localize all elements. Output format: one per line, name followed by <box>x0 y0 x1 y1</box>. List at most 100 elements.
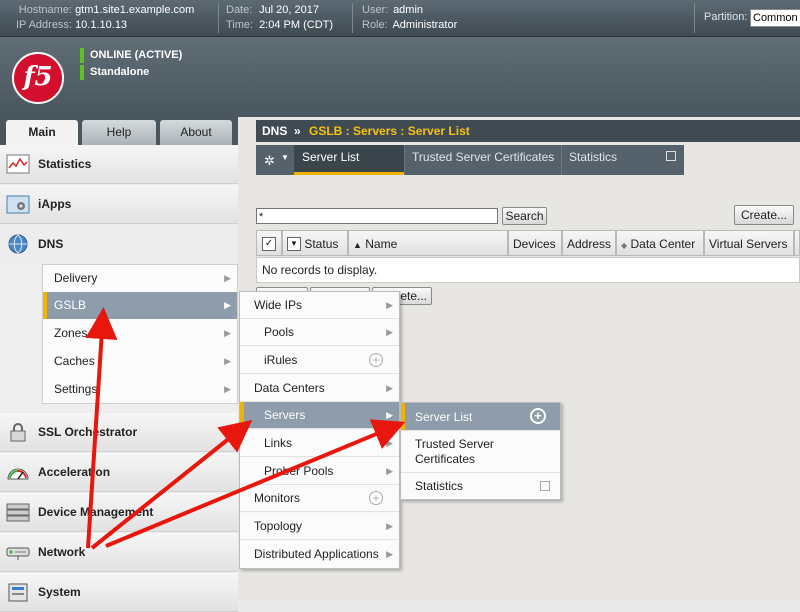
gear-icon: ✲ <box>264 153 275 168</box>
menu-topology-label: Topology <box>254 519 303 533</box>
host-info: Hostname: gtm1.site1.example.com IP Addr… <box>6 3 194 33</box>
dns-zones-label: Zones <box>54 326 88 340</box>
menu-links[interactable]: Links ▶ <box>240 430 399 457</box>
breadcrumb-separator: » <box>294 124 301 138</box>
menu-irules[interactable]: iRules + <box>240 347 399 374</box>
breadcrumb-root[interactable]: DNS <box>262 120 287 142</box>
col-devices[interactable]: Devices <box>508 230 562 256</box>
partition-label: Partition: <box>704 11 748 23</box>
menu-server-list-label: Server List <box>415 410 473 424</box>
nav-device-management[interactable]: Device Management <box>0 493 238 532</box>
col-status[interactable]: ▼ Status <box>282 230 348 256</box>
menu-topology[interactable]: Topology ▶ <box>240 513 399 540</box>
divider <box>694 3 695 33</box>
chevron-right-icon: ▶ <box>224 384 231 394</box>
chevron-right-icon: ▶ <box>224 300 231 310</box>
menu-server-statistics[interactable]: Statistics <box>401 473 560 499</box>
menu-server-list[interactable]: Server List + <box>401 403 560 431</box>
hostname-label: Hostname: <box>18 4 72 16</box>
nav-ssl-orchestrator[interactable]: SSL Orchestrator <box>0 413 238 452</box>
add-icon[interactable]: + <box>369 491 383 505</box>
ip-value: 10.1.10.13 <box>75 19 128 31</box>
sort-icon: ◆ <box>621 241 628 250</box>
tab-main[interactable]: Main <box>6 120 78 145</box>
menu-wide-ips-label: Wide IPs <box>254 298 303 312</box>
chevron-right-icon: ▶ <box>386 438 393 448</box>
select-all-checkbox-cell[interactable]: ✓ <box>256 230 282 256</box>
gear-menu-button[interactable]: ✲ ▼ <box>256 145 294 175</box>
menu-servers[interactable]: Servers ▶ <box>240 402 399 429</box>
menu-wide-ips[interactable]: Wide IPs ▶ <box>240 292 399 319</box>
col-name-label: Name <box>365 237 398 251</box>
partition-select[interactable]: Common <box>750 9 800 27</box>
table-empty-message: No records to display. <box>256 257 800 283</box>
menu-data-centers-label: Data Centers <box>254 381 325 395</box>
chevron-down-icon: ▼ <box>281 153 289 162</box>
network-icon <box>6 547 30 560</box>
search-button[interactable]: Search <box>502 207 547 225</box>
breadcrumb: DNS » GSLB : Servers : Server List <box>256 120 800 142</box>
menu-monitors[interactable]: Monitors + <box>240 485 399 512</box>
dns-settings[interactable]: Settings ▶ <box>43 376 237 403</box>
external-link-icon <box>540 481 550 491</box>
chevron-right-icon: ▶ <box>224 356 231 366</box>
col-name[interactable]: ▲ Name <box>348 230 508 256</box>
menu-data-centers[interactable]: Data Centers ▶ <box>240 375 399 402</box>
add-icon[interactable]: + <box>369 353 383 367</box>
menu-trusted-server-certificates[interactable]: Trusted Server Certificates <box>401 431 560 473</box>
lock-icon <box>10 423 26 442</box>
status-primary: ONLINE (ACTIVE) <box>80 48 182 63</box>
servers-flyout-menu: Server List + Trusted Server Certificates… <box>400 402 561 500</box>
role-value: Administrator <box>392 19 458 31</box>
tab-server-list[interactable]: Server List <box>294 145 404 175</box>
nav-acceleration[interactable]: Acceleration <box>0 453 238 492</box>
menu-servers-label: Servers <box>264 408 306 422</box>
menu-distributed-applications[interactable]: Distributed Applications ▶ <box>240 541 399 568</box>
menu-trusted-server-certificates-label: Trusted Server Certificates <box>415 437 494 466</box>
tab-help[interactable]: Help <box>82 120 156 145</box>
create-button[interactable]: Create... <box>734 205 794 225</box>
breadcrumb-path: GSLB : Servers : Server List <box>309 124 470 138</box>
status-secondary: Standalone <box>80 65 149 80</box>
dns-caches[interactable]: Caches ▶ <box>43 348 237 375</box>
statistics-icon <box>6 154 30 174</box>
dns-delivery-label: Delivery <box>54 271 98 285</box>
nav-iapps[interactable]: iApps <box>0 185 238 224</box>
tab-about[interactable]: About <box>160 120 232 145</box>
nav-system[interactable]: System <box>0 573 238 612</box>
dns-gslb[interactable]: GSLB ▶ <box>43 292 237 319</box>
date-value: Jul 20, 2017 <box>259 4 319 16</box>
menu-monitors-label: Monitors <box>254 491 301 505</box>
nav-dns[interactable]: DNS <box>0 225 238 263</box>
checkbox-icon: ✓ <box>262 236 276 251</box>
chevron-right-icon: ▶ <box>386 383 393 393</box>
nav-network[interactable]: Network <box>0 533 238 572</box>
col-data-center[interactable]: ◆ Data Center <box>616 230 704 256</box>
dns-caches-label: Caches <box>54 354 95 368</box>
dns-zones[interactable]: Zones ▶ <box>43 320 237 347</box>
col-address[interactable]: Address <box>562 230 616 256</box>
date-info: Date: Jul 20, 2017 Time: 2:04 PM (CDT) <box>226 3 333 33</box>
nav-dns-label: DNS <box>38 237 64 251</box>
menu-prober-pools-label: Prober Pools <box>264 464 334 478</box>
dns-delivery[interactable]: Delivery ▶ <box>43 265 237 292</box>
server-icon <box>6 503 30 522</box>
col-virtual-servers[interactable]: Virtual Servers <box>704 230 794 256</box>
nav-statistics[interactable]: Statistics <box>0 145 238 184</box>
tab-statistics[interactable]: Statistics <box>561 145 685 175</box>
date-label: Date: <box>226 4 253 16</box>
menu-prober-pools[interactable]: Prober Pools ▶ <box>240 458 399 485</box>
nav-statistics-label: Statistics <box>38 157 92 171</box>
add-icon[interactable]: + <box>530 408 546 424</box>
dns-gslb-label: GSLB <box>54 298 87 312</box>
menu-pools[interactable]: Pools ▶ <box>240 319 399 346</box>
tab-trusted-server-certificates[interactable]: Trusted Server Certificates <box>404 145 561 175</box>
user-info: User: admin Role: Administrator <box>362 3 457 33</box>
ip-label: IP Address: <box>15 19 72 31</box>
chevron-right-icon: ▶ <box>386 300 393 310</box>
nav-device-management-label: Device Management <box>38 505 154 519</box>
search-input[interactable]: * <box>256 208 498 224</box>
chevron-right-icon: ▶ <box>224 328 231 338</box>
menu-links-label: Links <box>264 436 293 450</box>
col-data-center-label: Data Center <box>630 237 696 251</box>
